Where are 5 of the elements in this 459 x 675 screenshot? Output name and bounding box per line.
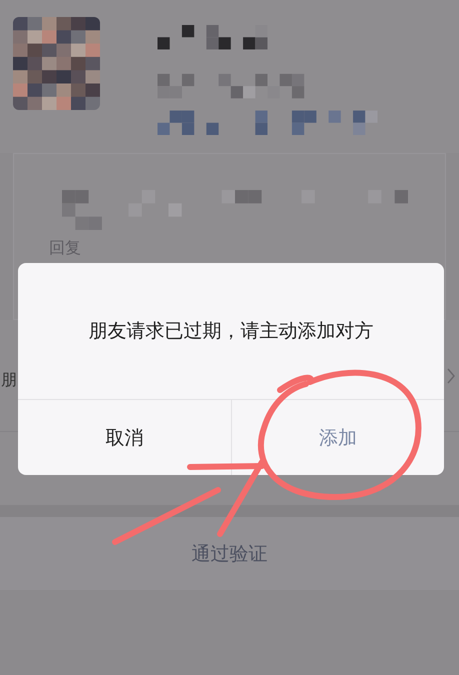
verify-button[interactable]: 通过验证: [0, 517, 459, 590]
row-label: 朋: [0, 370, 17, 391]
cancel-button[interactable]: 取消: [18, 400, 230, 475]
dialog-message: 朋友请求已过期，请主动添加对方: [18, 263, 444, 400]
add-button[interactable]: 添加: [230, 400, 444, 475]
